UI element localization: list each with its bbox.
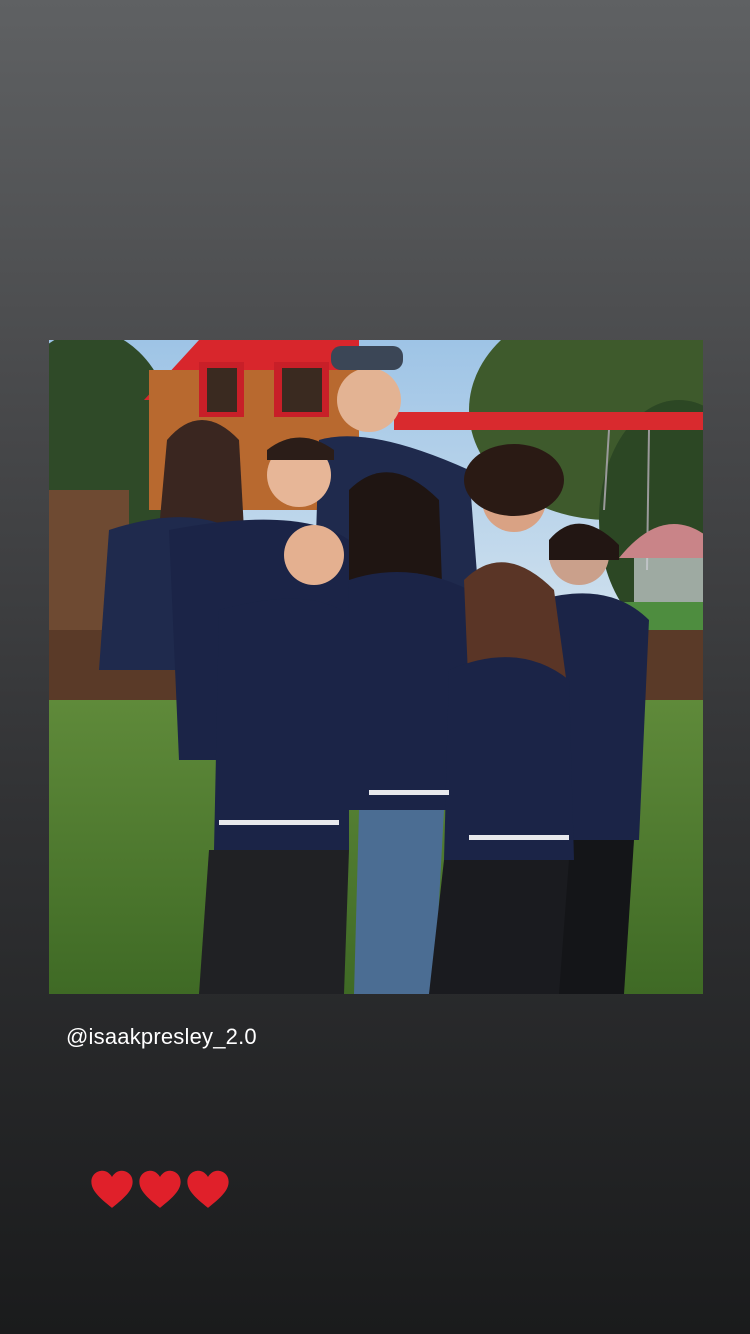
red-heart-icon <box>187 1170 229 1208</box>
red-heart-icon <box>139 1170 181 1208</box>
story-photo <box>49 340 703 994</box>
red-heart-icon <box>91 1170 133 1208</box>
story-mention[interactable]: @isaakpresley_2.0 <box>66 1024 257 1050</box>
hearts-sticker <box>90 1168 230 1212</box>
